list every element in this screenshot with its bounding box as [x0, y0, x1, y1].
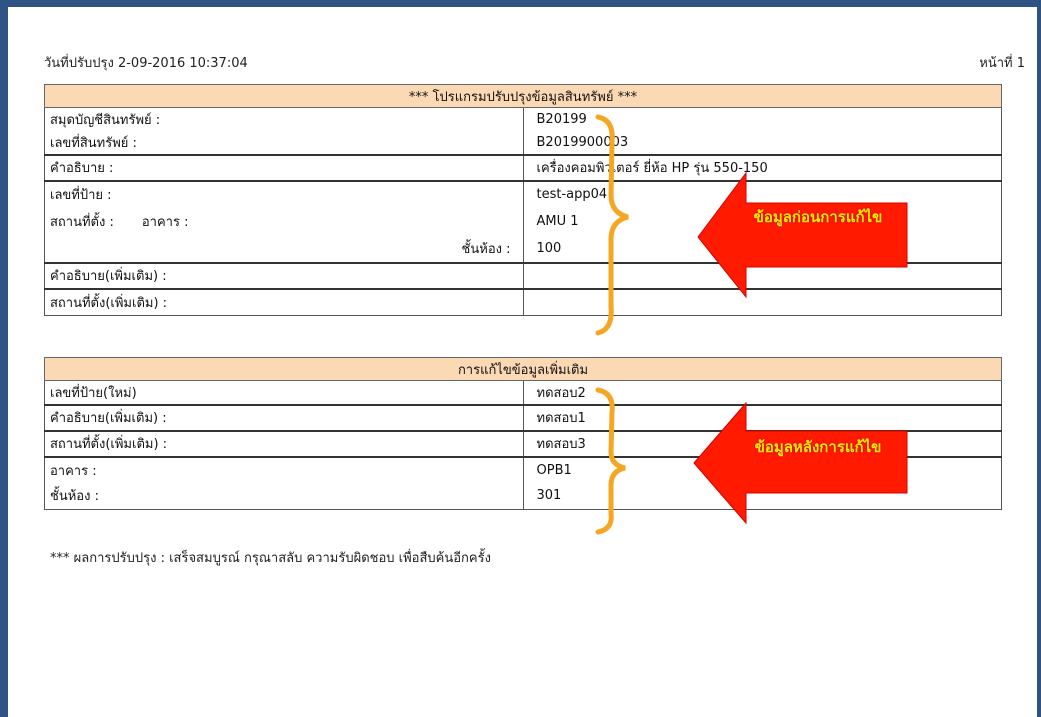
after-arrow-label: ข้อมูลหลังการแก้ไข: [754, 438, 882, 456]
before-arrow: [697, 171, 908, 299]
after-arrow: [693, 401, 908, 525]
before-arrow-label: ข้อมูลก่อนการแก้ไข: [753, 208, 883, 226]
annotation-layer: [595, 114, 908, 535]
report-page: วันที่ปรับปรุง 2-09-2016 10:37:04 หน้าที…: [8, 7, 1037, 717]
after-brace: [595, 387, 626, 535]
before-brace: [595, 114, 629, 336]
